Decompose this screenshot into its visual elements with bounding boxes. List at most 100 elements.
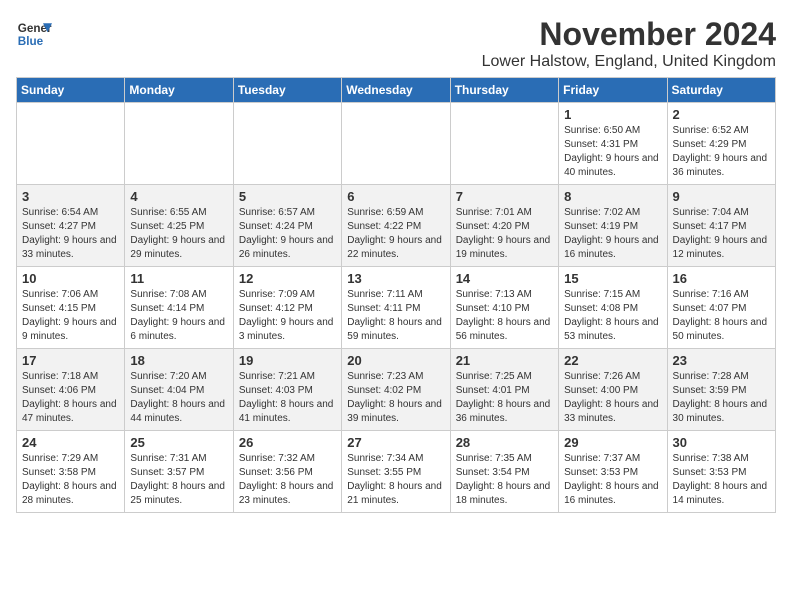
day-info: Sunrise: 6:50 AM Sunset: 4:31 PM Dayligh… bbox=[564, 124, 661, 180]
day-cell: 10 Sunrise: 7:06 AM Sunset: 4:15 PM Dayli… bbox=[17, 267, 125, 349]
day-info: Sunrise: 7:16 AM Sunset: 4:07 PM Dayligh… bbox=[673, 288, 770, 344]
col-header-monday: Monday bbox=[125, 78, 233, 103]
day-cell: 17Sunrise: 7:18 AM Sunset: 4:06 PM Dayli… bbox=[17, 349, 125, 431]
day-info: Sunrise: 7:20 AM Sunset: 4:04 PM Dayligh… bbox=[130, 370, 227, 426]
day-cell: 25 Sunrise: 7:31 AM Sunset: 3:57 PM Dayli… bbox=[125, 431, 233, 513]
day-number: 19 bbox=[239, 353, 336, 368]
day-cell: 22Sunrise: 7:26 AM Sunset: 4:00 PM Dayli… bbox=[559, 349, 667, 431]
day-info: Sunrise: 6:57 AM Sunset: 4:24 PM Dayligh… bbox=[239, 206, 336, 262]
day-number: 15 bbox=[564, 271, 661, 286]
day-number: 5 bbox=[239, 189, 336, 204]
col-header-sunday: Sunday bbox=[17, 78, 125, 103]
day-cell: 6 Sunrise: 6:59 AM Sunset: 4:22 PM Daylig… bbox=[342, 185, 450, 267]
day-number: 3 bbox=[22, 189, 119, 204]
day-number: 11 bbox=[130, 271, 227, 286]
day-number: 17 bbox=[22, 353, 119, 368]
day-number: 26 bbox=[239, 435, 336, 450]
day-cell: 15 Sunrise: 7:15 AM Sunset: 4:08 PM Dayli… bbox=[559, 267, 667, 349]
day-info: Sunrise: 7:15 AM Sunset: 4:08 PM Dayligh… bbox=[564, 288, 661, 344]
day-cell: 30Sunrise: 7:38 AM Sunset: 3:53 PM Dayli… bbox=[667, 431, 775, 513]
day-number: 18 bbox=[130, 353, 227, 368]
day-cell bbox=[233, 103, 341, 185]
col-header-saturday: Saturday bbox=[667, 78, 775, 103]
day-number: 30 bbox=[673, 435, 770, 450]
day-info: Sunrise: 7:09 AM Sunset: 4:12 PM Dayligh… bbox=[239, 288, 336, 344]
day-cell: 13 Sunrise: 7:11 AM Sunset: 4:11 PM Dayli… bbox=[342, 267, 450, 349]
logo: General Blue bbox=[16, 16, 52, 52]
day-number: 4 bbox=[130, 189, 227, 204]
day-info: Sunrise: 7:37 AM Sunset: 3:53 PM Dayligh… bbox=[564, 452, 661, 508]
day-cell: 27Sunrise: 7:34 AM Sunset: 3:55 PM Dayli… bbox=[342, 431, 450, 513]
day-info: Sunrise: 7:31 AM Sunset: 3:57 PM Dayligh… bbox=[130, 452, 227, 508]
svg-text:Blue: Blue bbox=[18, 35, 44, 48]
header: General Blue November 2024 Lower Halstow… bbox=[16, 16, 776, 71]
col-header-thursday: Thursday bbox=[450, 78, 558, 103]
col-header-wednesday: Wednesday bbox=[342, 78, 450, 103]
day-number: 7 bbox=[456, 189, 553, 204]
day-info: Sunrise: 7:21 AM Sunset: 4:03 PM Dayligh… bbox=[239, 370, 336, 426]
day-number: 10 bbox=[22, 271, 119, 286]
day-cell: 4 Sunrise: 6:55 AM Sunset: 4:25 PM Daylig… bbox=[125, 185, 233, 267]
day-number: 9 bbox=[673, 189, 770, 204]
day-cell bbox=[125, 103, 233, 185]
day-info: Sunrise: 7:29 AM Sunset: 3:58 PM Dayligh… bbox=[22, 452, 119, 508]
day-info: Sunrise: 7:11 AM Sunset: 4:11 PM Dayligh… bbox=[347, 288, 444, 344]
day-number: 16 bbox=[673, 271, 770, 286]
day-number: 27 bbox=[347, 435, 444, 450]
col-header-tuesday: Tuesday bbox=[233, 78, 341, 103]
month-title: November 2024 bbox=[482, 16, 776, 53]
day-cell: 11 Sunrise: 7:08 AM Sunset: 4:14 PM Dayli… bbox=[125, 267, 233, 349]
day-info: Sunrise: 7:04 AM Sunset: 4:17 PM Dayligh… bbox=[673, 206, 770, 262]
location-title: Lower Halstow, England, United Kingdom bbox=[482, 53, 776, 71]
day-number: 14 bbox=[456, 271, 553, 286]
week-row-4: 17Sunrise: 7:18 AM Sunset: 4:06 PM Dayli… bbox=[17, 349, 776, 431]
day-info: Sunrise: 7:06 AM Sunset: 4:15 PM Dayligh… bbox=[22, 288, 119, 344]
calendar-table: SundayMondayTuesdayWednesdayThursdayFrid… bbox=[16, 77, 776, 513]
day-cell: 24 Sunrise: 7:29 AM Sunset: 3:58 PM Dayli… bbox=[17, 431, 125, 513]
day-cell: 3 Sunrise: 6:54 AM Sunset: 4:27 PM Daylig… bbox=[17, 185, 125, 267]
day-cell: 7Sunrise: 7:01 AM Sunset: 4:20 PM Daylig… bbox=[450, 185, 558, 267]
day-info: Sunrise: 6:54 AM Sunset: 4:27 PM Dayligh… bbox=[22, 206, 119, 262]
day-info: Sunrise: 7:08 AM Sunset: 4:14 PM Dayligh… bbox=[130, 288, 227, 344]
day-cell: 18 Sunrise: 7:20 AM Sunset: 4:04 PM Dayli… bbox=[125, 349, 233, 431]
day-cell bbox=[450, 103, 558, 185]
day-number: 8 bbox=[564, 189, 661, 204]
day-cell: 2Sunrise: 6:52 AM Sunset: 4:29 PM Daylig… bbox=[667, 103, 775, 185]
day-cell: 26 Sunrise: 7:32 AM Sunset: 3:56 PM Dayli… bbox=[233, 431, 341, 513]
day-info: Sunrise: 7:13 AM Sunset: 4:10 PM Dayligh… bbox=[456, 288, 553, 344]
day-number: 13 bbox=[347, 271, 444, 286]
day-number: 21 bbox=[456, 353, 553, 368]
day-cell: 8 Sunrise: 7:02 AM Sunset: 4:19 PM Daylig… bbox=[559, 185, 667, 267]
week-row-5: 24 Sunrise: 7:29 AM Sunset: 3:58 PM Dayli… bbox=[17, 431, 776, 513]
day-number: 22 bbox=[564, 353, 661, 368]
day-number: 2 bbox=[673, 107, 770, 122]
day-number: 24 bbox=[22, 435, 119, 450]
day-cell: 19 Sunrise: 7:21 AM Sunset: 4:03 PM Dayli… bbox=[233, 349, 341, 431]
day-cell: 21Sunrise: 7:25 AM Sunset: 4:01 PM Dayli… bbox=[450, 349, 558, 431]
day-number: 20 bbox=[347, 353, 444, 368]
day-info: Sunrise: 6:59 AM Sunset: 4:22 PM Dayligh… bbox=[347, 206, 444, 262]
col-header-friday: Friday bbox=[559, 78, 667, 103]
day-info: Sunrise: 6:55 AM Sunset: 4:25 PM Dayligh… bbox=[130, 206, 227, 262]
logo-icon: General Blue bbox=[16, 16, 52, 52]
day-cell: 28 Sunrise: 7:35 AM Sunset: 3:54 PM Dayli… bbox=[450, 431, 558, 513]
day-number: 25 bbox=[130, 435, 227, 450]
week-row-3: 10 Sunrise: 7:06 AM Sunset: 4:15 PM Dayli… bbox=[17, 267, 776, 349]
day-cell: 20 Sunrise: 7:23 AM Sunset: 4:02 PM Dayli… bbox=[342, 349, 450, 431]
day-number: 29 bbox=[564, 435, 661, 450]
day-number: 1 bbox=[564, 107, 661, 122]
day-cell: 29 Sunrise: 7:37 AM Sunset: 3:53 PM Dayli… bbox=[559, 431, 667, 513]
header-row: SundayMondayTuesdayWednesdayThursdayFrid… bbox=[17, 78, 776, 103]
day-number: 28 bbox=[456, 435, 553, 450]
day-cell bbox=[17, 103, 125, 185]
day-cell: 9 Sunrise: 7:04 AM Sunset: 4:17 PM Daylig… bbox=[667, 185, 775, 267]
day-info: Sunrise: 7:23 AM Sunset: 4:02 PM Dayligh… bbox=[347, 370, 444, 426]
day-number: 6 bbox=[347, 189, 444, 204]
day-info: Sunrise: 7:35 AM Sunset: 3:54 PM Dayligh… bbox=[456, 452, 553, 508]
week-row-2: 3 Sunrise: 6:54 AM Sunset: 4:27 PM Daylig… bbox=[17, 185, 776, 267]
day-info: Sunrise: 7:02 AM Sunset: 4:19 PM Dayligh… bbox=[564, 206, 661, 262]
title-area: November 2024 Lower Halstow, England, Un… bbox=[482, 16, 776, 71]
day-cell: 1 Sunrise: 6:50 AM Sunset: 4:31 PM Daylig… bbox=[559, 103, 667, 185]
day-cell: 16 Sunrise: 7:16 AM Sunset: 4:07 PM Dayli… bbox=[667, 267, 775, 349]
day-info: Sunrise: 7:32 AM Sunset: 3:56 PM Dayligh… bbox=[239, 452, 336, 508]
